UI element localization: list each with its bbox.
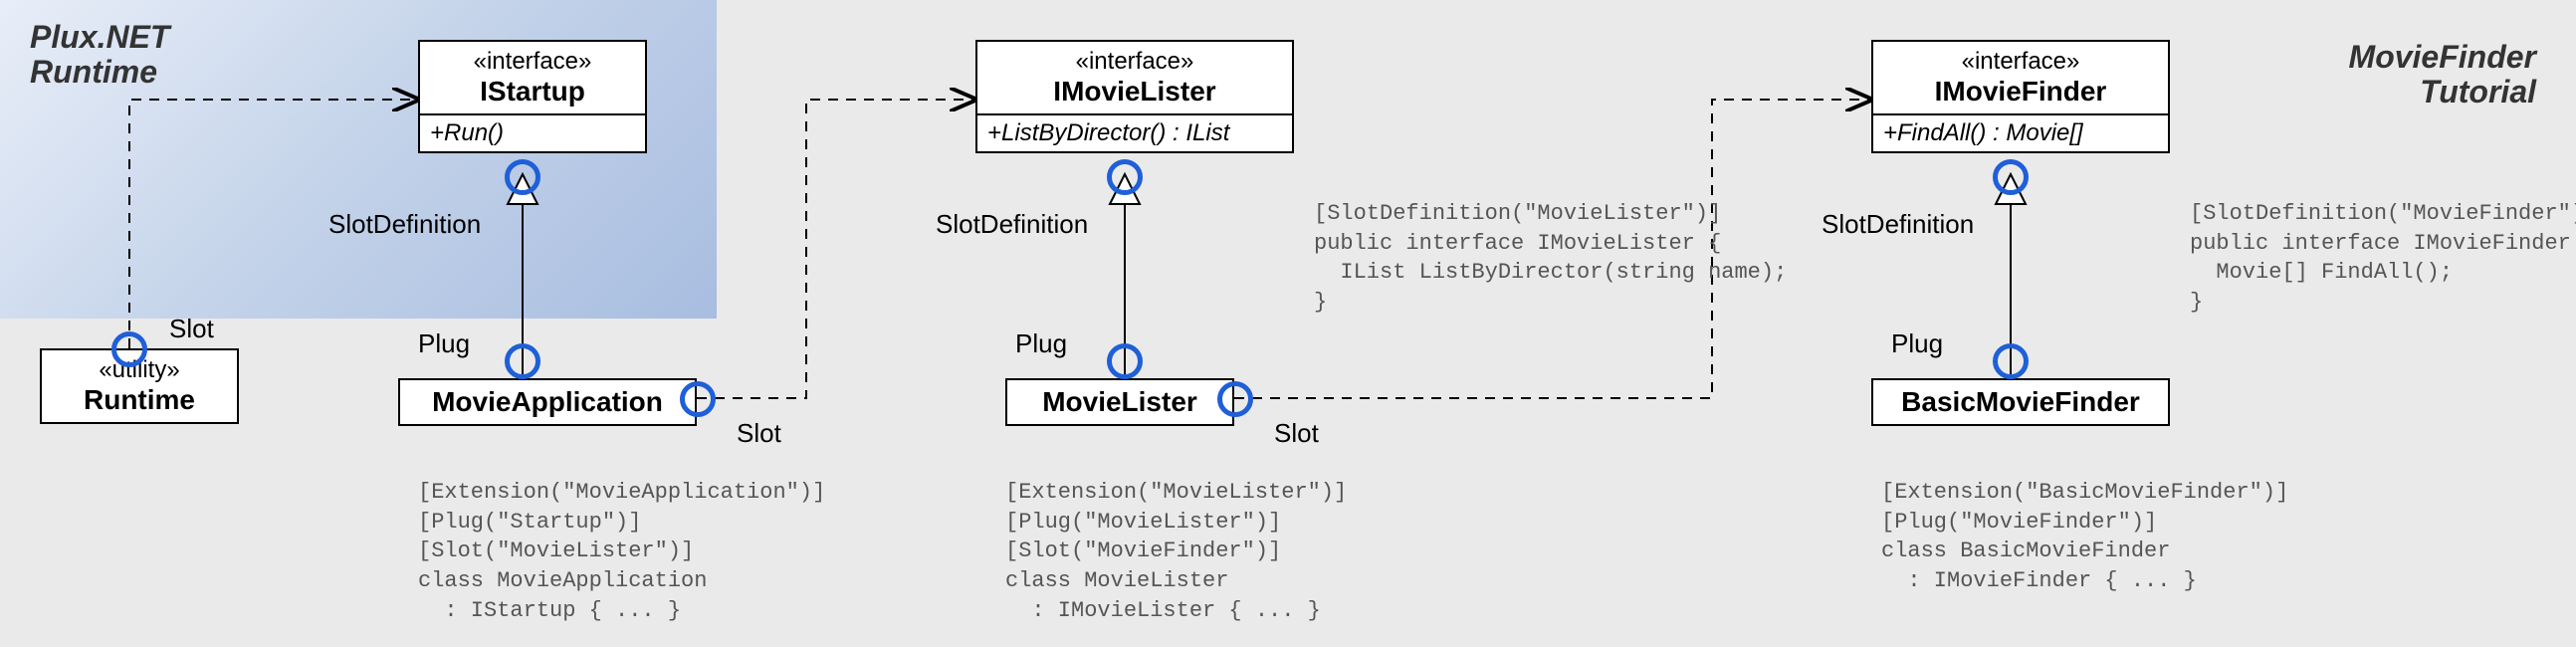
title-right-line1: MovieFinder <box>2349 39 2536 75</box>
diagram-title-right: MovieFinder Tutorial <box>2349 40 2536 109</box>
uml-box-basicmoviefinder: BasicMovieFinder <box>1871 378 2170 426</box>
label-plug-basicfinder: Plug <box>1891 328 1943 359</box>
istartup-op: +Run() <box>430 119 504 146</box>
imovielister-stereo: «interface» <box>991 48 1278 76</box>
plug-marker-movieapp <box>505 343 540 379</box>
runtime-name: Runtime <box>56 384 223 416</box>
imovielister-op: +ListByDirector() : IList <box>987 119 1229 146</box>
basicmoviefinder-name: BasicMovieFinder <box>1887 386 2154 418</box>
code-movielister: [Extension("MovieLister")] [Plug("MovieL… <box>1005 478 1347 625</box>
slotdef-marker-imoviefinder <box>1993 159 2029 195</box>
slotdef-marker-istartup <box>505 159 540 195</box>
uml-box-movieapplication: MovieApplication <box>398 378 697 426</box>
label-slot-runtime: Slot <box>169 314 214 344</box>
uml-box-istartup: «interface» IStartup +Run() <box>418 40 647 153</box>
uml-box-movielister: MovieLister <box>1005 378 1234 426</box>
slot-marker-movielister <box>1217 381 1253 417</box>
title-left-line1: Plux.NET <box>30 19 169 55</box>
title-left-line2: Runtime <box>30 54 157 90</box>
code-imoviefinder: [SlotDefinition("MovieFinder")] public i… <box>2190 199 2576 318</box>
plug-marker-basicfinder <box>1993 343 2029 379</box>
uml-box-imoviefinder: «interface» IMovieFinder +FindAll() : Mo… <box>1871 40 2170 153</box>
imoviefinder-stereo: «interface» <box>1887 48 2154 76</box>
label-slotdef-imovielister: SlotDefinition <box>936 209 1088 240</box>
label-plug-movieapp: Plug <box>418 328 470 359</box>
imoviefinder-op: +FindAll() : Movie[] <box>1883 119 2083 146</box>
istartup-stereo: «interface» <box>434 48 631 76</box>
movielister-name: MovieLister <box>1021 386 1218 418</box>
title-right-line2: Tutorial <box>2420 74 2536 109</box>
istartup-name: IStartup <box>434 76 631 108</box>
movieapplication-name: MovieApplication <box>414 386 681 418</box>
label-slot-movieapp: Slot <box>737 418 781 449</box>
plug-marker-movielister <box>1107 343 1143 379</box>
code-movieapplication: [Extension("MovieApplication")] [Plug("S… <box>418 478 825 625</box>
label-plug-movielister: Plug <box>1015 328 1067 359</box>
code-basicmoviefinder: [Extension("BasicMovieFinder")] [Plug("M… <box>1881 478 2288 596</box>
slot-marker-movieapp <box>680 381 716 417</box>
imoviefinder-name: IMovieFinder <box>1887 76 2154 108</box>
diagram-title-left: Plux.NET Runtime <box>30 20 169 90</box>
code-imovielister: [SlotDefinition("MovieLister")] public i… <box>1314 199 1787 318</box>
slotdef-marker-imovielister <box>1107 159 1143 195</box>
slot-marker-runtime <box>111 331 147 367</box>
label-slot-movielister: Slot <box>1274 418 1319 449</box>
imovielister-name: IMovieLister <box>991 76 1278 108</box>
label-slotdef-imoviefinder: SlotDefinition <box>1822 209 1974 240</box>
uml-box-imovielister: «interface» IMovieLister +ListByDirector… <box>975 40 1294 153</box>
label-slotdef-istartup: SlotDefinition <box>328 209 481 240</box>
